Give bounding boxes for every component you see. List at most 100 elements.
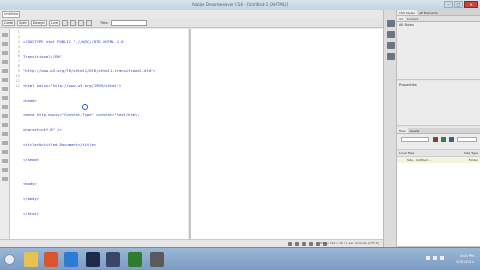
files-panel: Files Assets Local Files Size Type Site … (397, 128, 480, 247)
collapse-selection-icon[interactable] (2, 51, 8, 55)
taskbar: 4:04 PM 3/31/2014 (0, 247, 480, 270)
tab-all[interactable]: All (397, 16, 405, 21)
design-view[interactable] (191, 29, 383, 239)
tab-css-styles[interactable]: CSS Styles (397, 10, 417, 15)
code-line: <body> (23, 181, 37, 187)
select-tool-icon[interactable] (288, 242, 292, 246)
document-tab[interactable]: Untitled-1 (2, 11, 20, 18)
refresh-icon[interactable] (85, 20, 92, 26)
code-line: <head> (23, 97, 37, 103)
mouse-cursor-highlight (82, 104, 88, 110)
css-transitions-icon[interactable] (387, 31, 395, 38)
css-styles-panel: CSS Styles AP Elements All Current All R… (397, 10, 480, 80)
code-line: </body> (23, 195, 40, 201)
open-documents-icon[interactable] (2, 33, 8, 37)
explorer-taskbar-icon[interactable] (24, 252, 38, 267)
files-row[interactable]: Site - Untitled ... Folder (397, 157, 480, 163)
site-dropdown[interactable] (401, 137, 429, 142)
site-root-item[interactable]: Site - Untitled ... (407, 158, 431, 162)
zoom-tool-icon[interactable] (302, 242, 306, 246)
globe-icon[interactable] (69, 20, 76, 26)
minimize-button[interactable]: – (444, 1, 453, 8)
code-line: <title>Untitled Document</title> (23, 141, 97, 147)
indent-code-icon[interactable] (2, 159, 8, 163)
status-info: 832 x 314 v 1K / 1 sec Unicode (UTF-8) (320, 241, 379, 245)
code-line: <html xmlns="http://www.w3.org/1999/xhtm… (23, 82, 122, 88)
network-icon[interactable] (426, 256, 430, 260)
photoshop-taskbar-icon[interactable] (86, 252, 100, 267)
tab-ap-elements[interactable]: AP Elements (417, 10, 440, 15)
business-catalyst-icon[interactable] (387, 42, 395, 49)
document-toolbar: Code Split Design Live Title: (0, 19, 383, 28)
hand-tool-icon[interactable] (295, 242, 299, 246)
design-view-button[interactable]: Design (30, 20, 47, 26)
browser-taskbar-icon[interactable] (44, 252, 58, 267)
tab-assets[interactable]: Assets (408, 128, 422, 133)
remove-comment-icon[interactable] (2, 123, 8, 127)
volume-icon[interactable] (433, 256, 437, 260)
multiscreen-icon[interactable] (77, 20, 84, 26)
collapse-tag-icon[interactable] (2, 42, 8, 46)
line-number: 12 (15, 83, 20, 88)
size-type-header: Size Type (463, 151, 478, 155)
local-files-header: Local Files (399, 151, 415, 155)
recent-snippets-icon[interactable] (2, 141, 8, 145)
app-taskbar-icon[interactable] (106, 252, 120, 267)
clock[interactable]: 4:04 PM 3/31/2014 (456, 253, 474, 265)
snippets-icon[interactable] (387, 53, 395, 60)
code-line: <meta http-equiv="Content-Type" content=… (23, 112, 140, 118)
code-line: Transitional//EN" (23, 53, 62, 59)
get-files-icon[interactable] (441, 137, 446, 142)
title-input[interactable] (110, 20, 147, 26)
format-source-icon[interactable] (2, 177, 8, 181)
status-bar: 832 x 314 v 1K / 1 sec Unicode (UTF-8) (0, 239, 383, 247)
highlight-invalid-icon[interactable] (2, 96, 8, 100)
flag-icon[interactable] (440, 256, 444, 260)
split-view-button[interactable]: Split (16, 20, 29, 26)
expand-all-icon[interactable] (2, 60, 8, 64)
connect-icon[interactable] (433, 137, 438, 142)
media-taskbar-icon[interactable] (150, 252, 164, 267)
inspect-icon[interactable] (61, 20, 68, 26)
properties-heading: Properties (399, 83, 417, 87)
code-line: </head> (23, 156, 40, 162)
clock-date: 3/31/2014 (456, 260, 474, 264)
live-view-button[interactable]: Live (48, 20, 60, 26)
code-line: "http://www.w3.org/TR/xhtml1/DTD/xhtml1-… (23, 68, 156, 74)
title-bar: Adobe Dreamweaver CS6 - [Untitled-1 (XHT… (0, 0, 480, 10)
syntax-error-icon[interactable] (2, 105, 8, 109)
code-line: <!DOCTYPE html PUBLIC "-//W3C//DTD XHTML… (23, 38, 124, 44)
code-view-button[interactable]: Code (2, 20, 15, 26)
apply-comment-icon[interactable] (2, 114, 8, 118)
tab-files[interactable]: Files (397, 128, 408, 133)
coding-toolbar (0, 29, 10, 239)
insert-panel-icon[interactable] (387, 20, 395, 27)
code-line: charset=utf-8" /> (23, 127, 62, 133)
code-editor[interactable]: 1 2 3 4 5 6 7 8 9 10 11 12 <!DOCTYPE htm… (10, 29, 188, 239)
window-controls: – □ ✕ (444, 1, 478, 9)
files-toolbar (397, 134, 480, 150)
panel-icon-strip (383, 10, 397, 247)
maximize-button[interactable]: □ (454, 1, 463, 8)
view-dropdown[interactable] (457, 137, 477, 142)
site-root-type: Folder (468, 158, 478, 162)
line-numbers-icon[interactable] (2, 87, 8, 91)
dreamweaver-taskbar-icon[interactable] (128, 252, 142, 267)
wrap-tag-icon[interactable] (2, 132, 8, 136)
start-button[interactable] (4, 254, 15, 265)
line-numbers: 1 2 3 4 5 6 7 8 9 10 11 12 (11, 30, 20, 89)
move-css-icon[interactable] (2, 150, 8, 154)
balance-braces-icon[interactable] (2, 78, 8, 82)
mobile-size-icon[interactable] (309, 242, 313, 246)
window-title: Adobe Dreamweaver CS6 - [Untitled-1 (XHT… (191, 2, 289, 7)
code-line: </html> (23, 210, 40, 216)
system-tray (426, 256, 444, 260)
close-button[interactable]: ✕ (464, 1, 478, 8)
select-parent-tag-icon[interactable] (2, 69, 8, 73)
put-files-icon[interactable] (449, 137, 454, 142)
tab-current[interactable]: Current (405, 16, 420, 21)
all-rules-heading: All Rules (399, 23, 414, 27)
title-label: Title: (99, 21, 109, 25)
chrome-taskbar-icon[interactable] (64, 252, 78, 267)
outdent-code-icon[interactable] (2, 168, 8, 172)
